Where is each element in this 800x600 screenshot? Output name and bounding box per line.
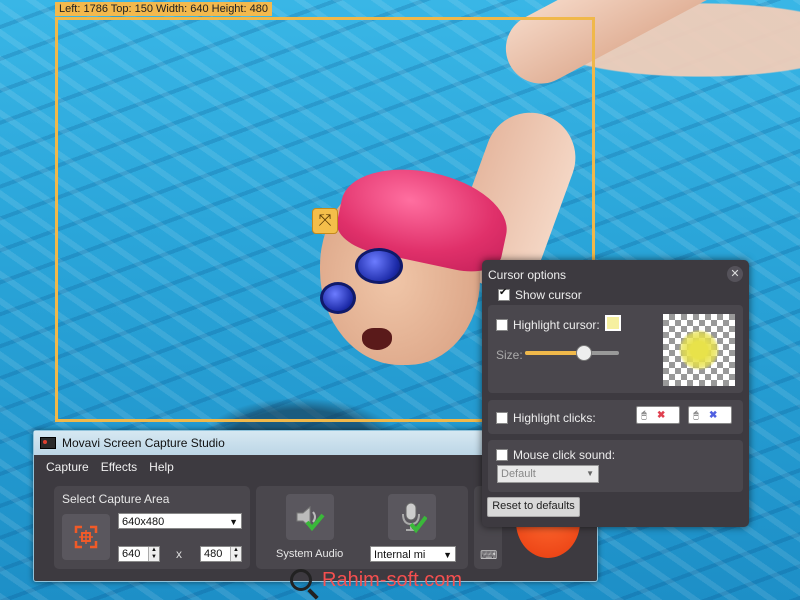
spinner-arrows-icon[interactable]: ▲ ▼: [148, 547, 159, 561]
highlight-cursor-panel: Highlight cursor: Size:: [488, 305, 743, 393]
microphone-value: Internal mi: [374, 549, 426, 561]
capture-frame-info: Left: 1786 Top: 150 Width: 640 Height: 4…: [55, 2, 272, 16]
microphone-icon: [402, 502, 427, 534]
width-value: 640: [122, 548, 141, 560]
dropdown-arrow-icon: ▼: [586, 469, 594, 478]
menu-effects[interactable]: Effects: [101, 460, 137, 474]
show-cursor-checkbox[interactable]: [498, 287, 510, 301]
spinner-arrows-icon[interactable]: ▲ ▼: [230, 547, 241, 561]
dropdown-arrow-icon: ▼: [229, 517, 238, 527]
highlight-clicks-label: Highlight clicks:: [513, 411, 596, 425]
watermark-text: Rahim-soft.com: [322, 568, 463, 591]
right-click-color-icon: ✖: [709, 410, 718, 421]
system-audio-button[interactable]: [286, 494, 334, 540]
highlight-clicks-panel: Highlight clicks: 🖰 ✖ 🖰 ✖: [488, 400, 743, 434]
click-sound-select[interactable]: Default ▼: [497, 465, 599, 483]
show-cursor-label: Show cursor: [515, 288, 582, 302]
left-click-color-button[interactable]: 🖰 ✖: [636, 406, 680, 424]
system-audio-label: System Audio: [276, 548, 344, 560]
popup-title: Cursor options: [488, 268, 567, 282]
app-icon: [40, 437, 56, 449]
highlight-preview-spot: [679, 330, 719, 370]
click-sound-panel: Mouse click sound: Default ▼: [488, 440, 743, 492]
size-label: Size:: [496, 348, 523, 362]
size-slider-fill: [525, 351, 584, 355]
reset-defaults-button[interactable]: Reset to defaults: [487, 497, 580, 517]
highlight-color-swatch[interactable]: [605, 315, 621, 331]
capture-size-select[interactable]: 640x480 ▼: [118, 513, 242, 529]
audio-panel: System Audio Internal mi ▼: [256, 486, 468, 569]
right-click-color-button[interactable]: 🖰 ✖: [688, 406, 732, 424]
menu-help[interactable]: Help: [149, 460, 174, 474]
size-slider[interactable]: [525, 345, 619, 361]
height-value: 480: [204, 548, 223, 560]
cursor-preview: [663, 314, 735, 386]
mouse-click-sound-checkbox[interactable]: [496, 449, 508, 461]
capture-area-title: Select Capture Area: [62, 492, 170, 506]
height-input[interactable]: 480 ▲ ▼: [200, 546, 242, 562]
microphone-select[interactable]: Internal mi ▼: [370, 546, 456, 562]
mouse-click-sound-label: Mouse click sound:: [513, 448, 616, 462]
speaker-icon: [296, 505, 325, 532]
watermark: Rahim-soft.com: [290, 565, 462, 595]
highlight-clicks-checkbox[interactable]: [496, 412, 508, 424]
times-sign: x: [176, 547, 182, 561]
menu-capture[interactable]: Capture: [46, 460, 89, 474]
crosshair-icon: [74, 525, 98, 549]
mouse-icon: 🖰: [641, 410, 647, 421]
capture-size-value: 640x480: [122, 516, 165, 528]
click-sound-value: Default: [501, 468, 536, 480]
size-slider-thumb[interactable]: [576, 345, 593, 361]
magnifier-icon: [290, 569, 312, 591]
highlight-cursor-label: Highlight cursor:: [513, 318, 600, 332]
cursor-options-popup: Cursor options ✕ Show cursor Highlight c…: [482, 260, 749, 527]
microphone-button[interactable]: [388, 494, 436, 540]
mouse-icon: 🖰: [693, 410, 699, 421]
width-input[interactable]: 640 ▲ ▼: [118, 546, 160, 562]
close-icon[interactable]: ✕: [727, 266, 743, 282]
dropdown-arrow-icon: ▼: [443, 550, 452, 560]
window-title: Movavi Screen Capture Studio: [62, 436, 225, 450]
capture-area-panel: Select Capture Area 640x480 ▼ 640 ▲ ▼ x 4…: [54, 486, 250, 569]
keyboard-icon[interactable]: ⌨: [480, 548, 497, 562]
left-click-color-icon: ✖: [657, 410, 666, 421]
select-area-button[interactable]: [62, 514, 110, 560]
highlight-cursor-checkbox[interactable]: [496, 319, 508, 331]
move-handle-icon[interactable]: ⤧: [312, 208, 338, 234]
